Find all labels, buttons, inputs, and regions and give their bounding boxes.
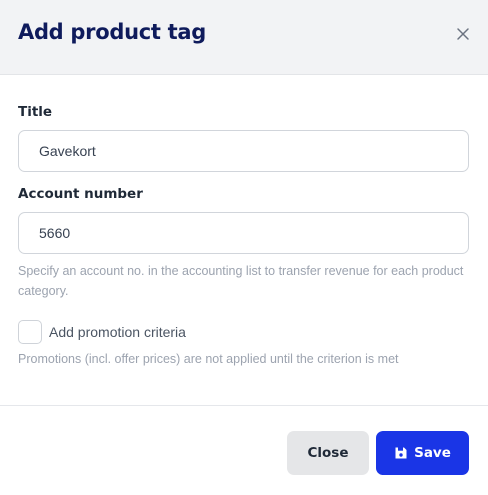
dialog-header: Add product tag [0, 0, 488, 75]
close-button[interactable]: Close [287, 431, 369, 475]
save-button[interactable]: Save [376, 431, 469, 475]
account-number-label: Account number [18, 186, 143, 202]
promotion-help-text: Promotions (incl. offer prices) are not … [18, 352, 399, 366]
promotion-criteria-row[interactable]: Add promotion criteria [18, 320, 186, 344]
title-label: Title [18, 104, 53, 120]
footer-divider [0, 405, 488, 406]
floppy-disk-icon [395, 447, 407, 459]
promotion-criteria-checkbox[interactable] [18, 320, 42, 344]
account-number-input[interactable] [18, 212, 469, 254]
add-product-tag-dialog: Add product tag Title Account number Spe… [0, 0, 488, 495]
dialog-title: Add product tag [18, 20, 206, 44]
save-button-label: Save [414, 445, 451, 461]
account-number-help-text: Specify an account no. in the accounting… [18, 264, 464, 298]
close-button-label: Close [307, 445, 349, 461]
promotion-criteria-label[interactable]: Add promotion criteria [49, 324, 186, 340]
close-icon[interactable] [456, 27, 470, 41]
title-input[interactable] [18, 130, 469, 172]
